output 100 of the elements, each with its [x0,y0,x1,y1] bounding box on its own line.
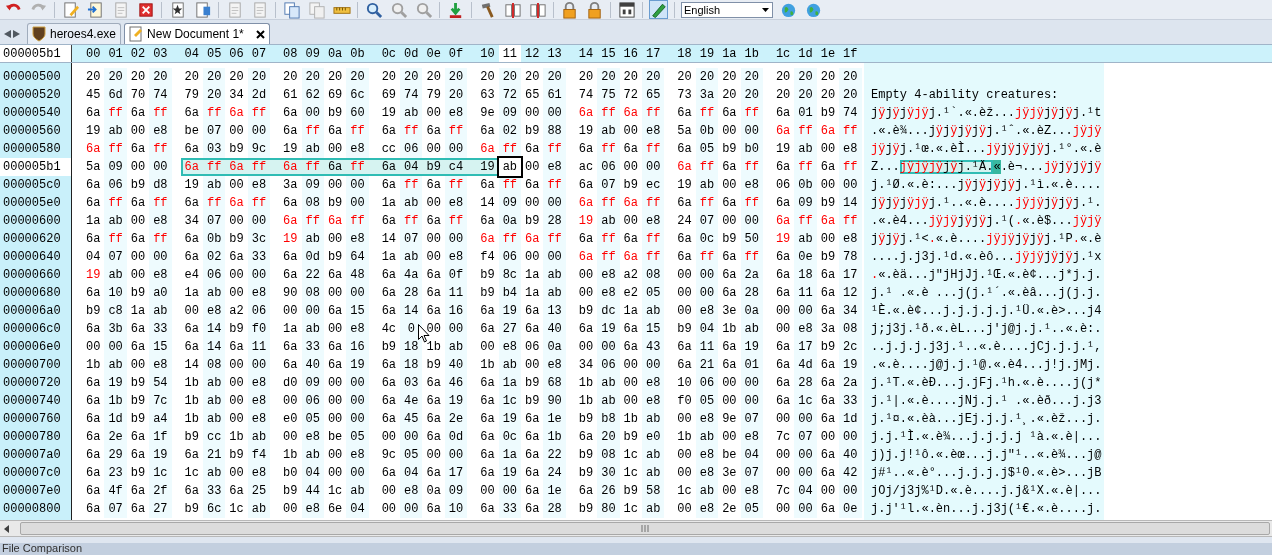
hex-byte: 20 [85,69,102,86]
hex-byte: 05 [740,500,763,518]
hex-byte: 00 [794,302,817,320]
hex-byte: e8 [543,356,566,374]
right-triangle-icon[interactable] [13,30,20,38]
hex-byte: 08 [301,284,324,302]
hex-byte: 27 [498,320,522,338]
hex-byte: 05 [695,140,719,158]
hex-byte: 1b [425,339,442,356]
hex-byte: 06 [247,302,271,320]
hex-byte: 6a [721,159,738,176]
hex-byte: 20 [247,68,271,86]
hex-byte: 04 [85,249,102,266]
hex-byte: 1a [380,195,398,212]
tab[interactable]: New Document 1* [124,23,270,44]
hex-byte: be [183,123,200,140]
hex-byte: e0 [642,428,665,446]
hex-byte: 03 [202,140,226,158]
hex-byte: ab [543,284,566,302]
delete-icon[interactable] [136,0,155,19]
hex-byte: 6a [85,429,102,446]
hex-byte: 1b [282,447,299,464]
hex-byte: e8 [346,230,369,248]
hex-byte: 1c [676,483,693,500]
hex-byte: 00 [479,483,496,500]
horizontal-scrollbar[interactable] [0,520,1272,537]
hex-byte: e8 [839,230,862,248]
hex-byte: 00 [819,141,837,158]
hex-byte: 6a [721,249,738,266]
hex-byte: ff [740,248,763,266]
search-icon[interactable] [414,0,433,19]
split-icon[interactable] [503,0,522,19]
hex-byte: 79 [183,87,200,104]
hex-byte: 20 [819,69,837,86]
hex-byte: 34 [183,213,200,230]
hex-byte: ab [642,464,665,482]
hex-byte: 1c [228,501,245,518]
hex-byte: 06 [301,392,324,410]
hex-byte: 6a [524,465,541,482]
hex-byte: 6a [774,213,792,230]
hex-byte: 20 [794,68,817,86]
hex-byte: 20 [183,69,200,86]
ascii-text: j#¹..«.è°...j.j.j.j$¹0.«.è>...jB [871,465,1103,482]
hex-byte: 19 [149,446,172,464]
hex-byte: e8 [597,284,620,302]
hex-byte: 00 [642,356,665,374]
column-header: 15 [600,46,617,62]
hex-byte: 6a [183,249,200,266]
hex-byte: 6a [819,267,837,284]
hex-byte: e8 [543,158,566,176]
hex-byte: 29 [104,446,127,464]
offset-field[interactable]: 000005b1 [0,45,72,62]
tab[interactable]: heroes4.exe [27,23,122,44]
hex-byte: 1b [543,428,566,446]
language-dropdown[interactable]: English [681,1,773,18]
hex-byte: 2a [839,374,862,392]
calendar-icon[interactable] [617,0,636,19]
hex-byte: 15 [642,320,665,338]
hex-byte: 40 [444,356,468,374]
hex-byte: 1c [498,392,522,410]
split-icon[interactable] [528,0,547,19]
hex-byte: 00 [642,158,665,176]
scrollbar-thumb[interactable] [20,522,1270,535]
column-header: 0c [380,46,398,62]
hex-byte: ff [104,140,127,158]
search-icon[interactable] [389,0,408,19]
hex-byte: 4f [104,482,127,500]
hex-byte: ab [695,428,719,446]
hex-byte: 00 [577,285,595,302]
hex-byte: 07 [202,212,226,230]
row-address: 00000660 [2,267,62,284]
hex-byte: 16 [346,338,369,356]
hex-byte: 6a [577,249,595,266]
lock-icon[interactable] [560,0,579,19]
hex-byte: 1a [498,446,522,464]
hex-byte: 40 [301,356,324,374]
hex-byte: b9 [425,357,442,374]
pen-button[interactable] [649,0,668,19]
hex-byte: 00 [622,357,639,374]
hex-byte: 01 [740,356,763,374]
hex-byte: 6a [577,483,595,500]
hex-byte: 69 [380,87,398,104]
left-triangle-icon[interactable] [4,30,11,38]
hex-byte: 6a [425,303,442,320]
hex-byte: ab [202,374,226,392]
copy-icon[interactable] [282,0,301,19]
hex-byte: 33 [839,392,862,410]
hex-byte: 00 [774,447,792,464]
hex-byte: 6a [85,321,102,338]
search-icon[interactable] [364,0,383,19]
hex-byte: 6a [282,213,299,230]
lock-icon[interactable] [585,0,604,19]
hex-byte: 06 [104,176,127,194]
hex-byte: 20 [740,68,763,86]
hex-byte: ff [346,122,369,140]
hex-byte: 2c [839,338,862,356]
hex-byte: e8 [642,212,665,230]
close-icon[interactable] [255,29,265,39]
hex-byte: 6a [479,447,496,464]
hex-byte: 00 [326,285,344,302]
